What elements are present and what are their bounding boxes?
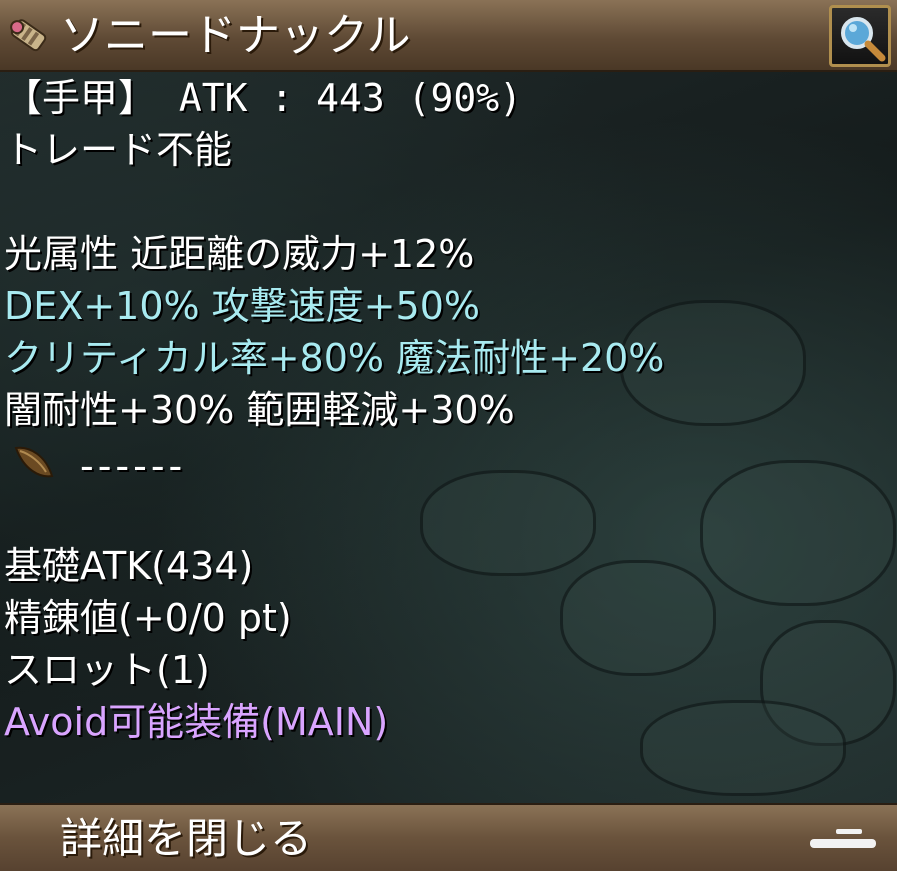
- seed-icon: [14, 446, 54, 478]
- close-details-label: 詳細を閉じる: [60, 814, 313, 863]
- stat-line: クリティカル率+80% 魔法耐性+20%: [4, 336, 665, 380]
- search-button[interactable]: [829, 5, 891, 67]
- base-atk-line: 基礎ATK(434): [4, 544, 254, 588]
- magnifier-icon: [841, 17, 886, 62]
- avoid-line: Avoid可能装備(MAIN): [4, 700, 389, 744]
- item-title: ソニードナックル: [60, 10, 411, 61]
- background-stone: [420, 470, 596, 576]
- slot-line: スロット(1): [4, 648, 210, 692]
- collapse-handle-icon: [810, 829, 876, 848]
- stat-line: 光属性 近距離の威力+12%: [4, 232, 475, 276]
- stat-line: 闇耐性+30% 範囲軽減+30%: [4, 388, 515, 432]
- knuckle-icon: [10, 19, 47, 52]
- background-stone: [640, 700, 846, 796]
- close-details-button[interactable]: 詳細を閉じる: [0, 803, 897, 871]
- crystal-slot-empty: ------: [80, 444, 187, 488]
- refine-line: 精錬値(+0/0 pt): [4, 596, 292, 640]
- background-stone: [700, 460, 896, 606]
- background-stone: [560, 560, 716, 676]
- stat-line: DEX+10% 攻撃速度+50%: [4, 284, 480, 328]
- trade-restriction-line: トレード不能: [4, 128, 233, 172]
- item-header: ソニードナックル: [0, 0, 897, 72]
- item-type-atk-line: 【手甲】 ATK : 443 (90%): [4, 76, 523, 120]
